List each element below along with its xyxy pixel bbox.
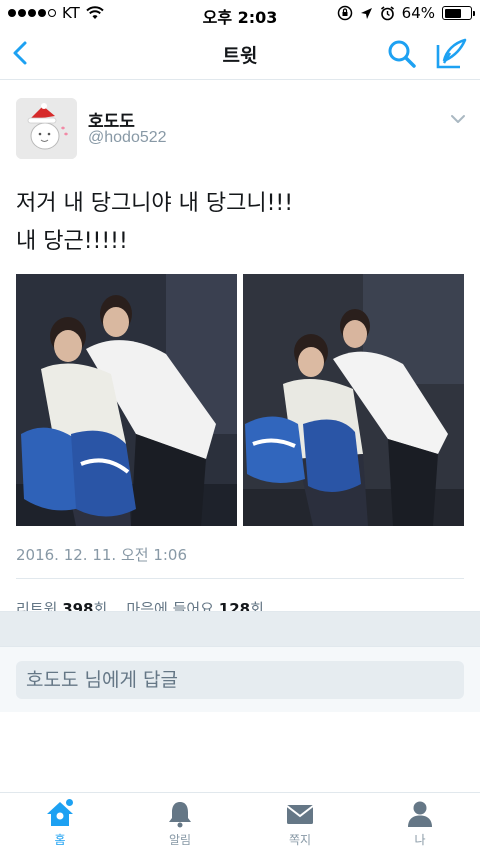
avatar[interactable] [16, 98, 77, 159]
alarm-icon [380, 5, 394, 20]
tab-me-label: 나 [414, 833, 426, 847]
divider [16, 578, 464, 579]
tweet-timestamp: 2016. 12. 11. 오전 1:06 [16, 546, 188, 564]
tab-notifications[interactable]: 알림 [140, 799, 220, 848]
location-arrow-icon [360, 7, 372, 19]
battery-percent: 64% [401, 4, 435, 22]
tab-messages-label: 쪽지 [288, 833, 312, 847]
chevron-down-icon[interactable] [450, 111, 466, 127]
nav-bar: 트윗 [0, 28, 480, 80]
reply-bar [0, 646, 480, 712]
avatar-doodle-image [16, 98, 77, 159]
tweet-text: 저거 내 당그니야 내 당그니!!! 내 당근!!!!! [16, 185, 293, 261]
new-content-dot [66, 799, 73, 806]
user-handle[interactable]: @hodo522 [88, 129, 167, 147]
person-icon [408, 801, 432, 827]
envelope-icon [286, 805, 314, 824]
tweet-photo[interactable] [16, 274, 237, 526]
section-separator [0, 611, 480, 647]
reply-input[interactable] [16, 661, 464, 699]
bell-icon [169, 802, 191, 828]
status-bar: KT 오후 2:03 64% [0, 0, 480, 28]
tweet-photo[interactable] [243, 274, 464, 526]
tab-me[interactable]: 나 [380, 799, 460, 848]
compose-tweet-icon[interactable] [434, 37, 468, 71]
tab-messages[interactable]: 쪽지 [260, 799, 340, 848]
tab-home-label: 홈 [54, 833, 66, 847]
tab-home[interactable]: 홈 [20, 799, 100, 848]
tab-notifications-label: 알림 [168, 833, 192, 847]
battery-icon [442, 6, 475, 20]
search-icon[interactable] [386, 38, 418, 70]
media-gallery [16, 274, 464, 526]
rotation-lock-icon [337, 5, 352, 21]
tab-bar: 홈 알림 쪽지 나 [0, 792, 480, 854]
tweet-text-line: 내 당근!!!!! [16, 229, 128, 254]
tweet-text-line: 저거 내 당그니야 내 당그니!!! [16, 191, 294, 216]
status-right: 64% [337, 4, 475, 22]
battery-level-fill [444, 8, 461, 18]
